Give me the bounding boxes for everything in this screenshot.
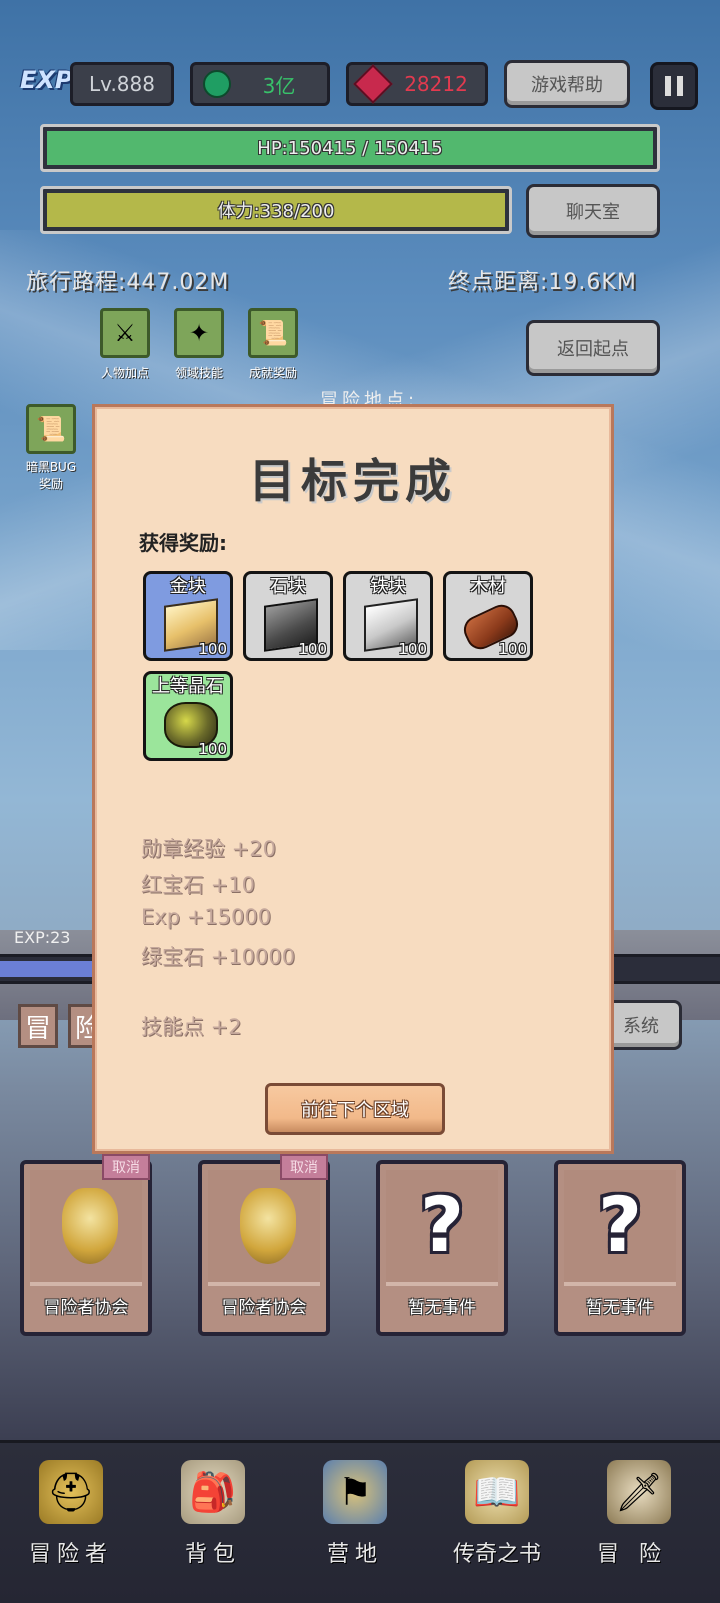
- reward-item-iron-qty: 100: [398, 640, 427, 658]
- event-card-4-caption: 暂无事件: [586, 1298, 654, 1318]
- reward-stat-medal-exp: 勋章经验 +20: [141, 837, 276, 861]
- system-label: 系统: [623, 1016, 659, 1037]
- domain-skill-button[interactable]: ✦: [174, 308, 224, 358]
- banner-icon: ⚑: [323, 1460, 387, 1524]
- return-start-button[interactable]: 返回起点: [526, 320, 660, 376]
- event-card-2[interactable]: 取消 冒险者协会: [198, 1154, 330, 1336]
- exp-badge: EXP: [20, 66, 73, 94]
- rewards-label: 获得奖励:: [139, 531, 227, 555]
- stamina-text: 体力:338/200: [217, 201, 335, 222]
- reward-item-stone[interactable]: 石块 100: [243, 571, 333, 661]
- domain-skill-label: 领域技能: [174, 366, 223, 380]
- nav-legend-book[interactable]: 📖 传奇之书: [432, 1450, 562, 1590]
- adventure-tab-1[interactable]: 冒: [18, 1004, 58, 1048]
- crossed-swords-icon: ⚔: [114, 319, 136, 347]
- reward-stat-emerald: 绿宝石 +10000: [141, 945, 296, 969]
- helmet-icon: ⛑: [39, 1460, 103, 1524]
- reward-item-wood-name: 木材: [470, 576, 506, 597]
- character-points-label: 人物加点: [100, 366, 149, 380]
- bug-scroll-icon: 📜: [36, 415, 66, 443]
- nav-backpack-label: 背包: [184, 1542, 241, 1567]
- event-card-3[interactable]: ? 暂无事件: [376, 1160, 508, 1336]
- nav-adventure[interactable]: 🗡 冒险: [574, 1450, 704, 1590]
- green-gem-icon: [203, 70, 231, 98]
- next-area-label: 前往下个区域: [301, 1100, 409, 1121]
- reward-item-stone-name: 石块: [270, 576, 306, 597]
- scroll-icon: 📜: [258, 319, 288, 347]
- reward-item-wood[interactable]: 木材 100: [443, 571, 533, 661]
- achievement-reward-button[interactable]: 📜: [248, 308, 298, 358]
- event-card-3-caption: 暂无事件: [408, 1298, 476, 1318]
- adventure-tab-1-label: 冒: [24, 1013, 51, 1044]
- red-gem-count: 28212: [404, 72, 468, 96]
- event-card-3-art: ?: [386, 1170, 498, 1286]
- character-points-button[interactable]: ⚔: [100, 308, 150, 358]
- hp-text: HP:150415 / 150415: [257, 137, 443, 159]
- level-text: Lv.888: [89, 72, 155, 96]
- achievement-reward-label: 成就奖励: [248, 366, 297, 380]
- nav-adventurer-label: 冒险者: [28, 1542, 113, 1567]
- green-gem-counter: 3亿: [190, 62, 330, 106]
- nav-adventure-label: 冒险: [596, 1542, 681, 1567]
- question-mark-icon: ?: [419, 1180, 465, 1269]
- next-area-button[interactable]: 前往下个区域: [265, 1083, 445, 1135]
- event-card-4-art: ?: [564, 1170, 676, 1286]
- travel-distance: 旅行路程:447.02M: [26, 270, 230, 295]
- reward-item-iron-name: 铁块: [370, 576, 406, 597]
- pause-button[interactable]: [650, 62, 698, 110]
- event-card-1[interactable]: 取消 冒险者协会: [20, 1154, 152, 1336]
- red-gem-icon: [353, 64, 393, 104]
- nav-camp[interactable]: ⚑ 营地: [290, 1450, 420, 1590]
- bug-reward-button[interactable]: 📜: [26, 404, 76, 454]
- event-card-2-caption: 冒险者协会: [221, 1298, 307, 1318]
- game-help-button[interactable]: 游戏帮助: [504, 60, 630, 108]
- event-card-2-cancel[interactable]: 取消: [280, 1154, 328, 1180]
- reward-item-crystal-qty: 100: [198, 740, 227, 758]
- reward-item-wood-qty: 100: [498, 640, 527, 658]
- game-help-label: 游戏帮助: [531, 75, 603, 96]
- reward-stat-ruby: 红宝石 +10: [141, 873, 255, 897]
- exp-progress-label: EXP:23: [14, 928, 71, 947]
- chat-room-button[interactable]: 聊天室: [526, 184, 660, 238]
- red-gem-counter: 28212: [346, 62, 488, 106]
- question-mark-icon: ?: [597, 1180, 643, 1269]
- chat-room-label: 聊天室: [566, 202, 620, 223]
- green-gem-count: 3亿: [262, 73, 296, 98]
- event-card-2-art: [208, 1170, 320, 1286]
- reward-item-iron[interactable]: 铁块 100: [343, 571, 433, 661]
- event-card-1-art: [30, 1170, 142, 1286]
- nav-adventurer[interactable]: ⛑ 冒险者: [6, 1450, 136, 1590]
- book-icon: 📖: [465, 1460, 529, 1524]
- remaining-distance: 终点距离:19.6KM: [448, 270, 637, 295]
- event-card-1-caption: 冒险者协会: [43, 1298, 129, 1318]
- reward-item-crystal-name: 上等晶石: [152, 676, 224, 697]
- guild-emblem-icon: [62, 1188, 118, 1264]
- reward-item-gold-name: 金块: [170, 576, 206, 597]
- skill-icon: ✦: [188, 319, 210, 347]
- reward-stat-exp: Exp +15000: [141, 905, 272, 929]
- event-card-4[interactable]: ? 暂无事件: [554, 1160, 686, 1336]
- bug-reward-line2: 奖励: [38, 477, 63, 491]
- hp-bar: HP:150415 / 150415: [40, 124, 660, 172]
- stamina-bar: 体力:338/200: [40, 186, 512, 234]
- reward-stat-skill-points: 技能点 +2: [141, 1015, 242, 1039]
- dialog-title: 目标完成: [249, 454, 457, 508]
- nav-legend-book-label: 传奇之书: [452, 1542, 541, 1567]
- level-display: Lv.888: [70, 62, 174, 106]
- return-start-label: 返回起点: [557, 339, 629, 360]
- bug-reward-label: 暗黑BUG 奖励: [11, 458, 91, 492]
- reward-item-gold[interactable]: 金块 100: [143, 571, 233, 661]
- nav-camp-label: 营地: [326, 1542, 383, 1567]
- bug-reward-line1: 暗黑BUG: [25, 460, 77, 474]
- event-card-1-cancel[interactable]: 取消: [102, 1154, 150, 1180]
- backpack-icon: 🎒: [181, 1460, 245, 1524]
- reward-item-gold-qty: 100: [198, 640, 227, 658]
- pause-icon: [665, 76, 683, 96]
- reward-item-stone-qty: 100: [298, 640, 327, 658]
- guild-emblem-icon: [240, 1188, 296, 1264]
- sword-icon: 🗡: [607, 1460, 671, 1524]
- nav-backpack[interactable]: 🎒 背包: [148, 1450, 278, 1590]
- goal-complete-dialog: 目标完成 获得奖励: 金块 100 石块 100 铁块 100 木材 100 上…: [92, 404, 614, 1154]
- reward-item-crystal[interactable]: 上等晶石 100: [143, 671, 233, 761]
